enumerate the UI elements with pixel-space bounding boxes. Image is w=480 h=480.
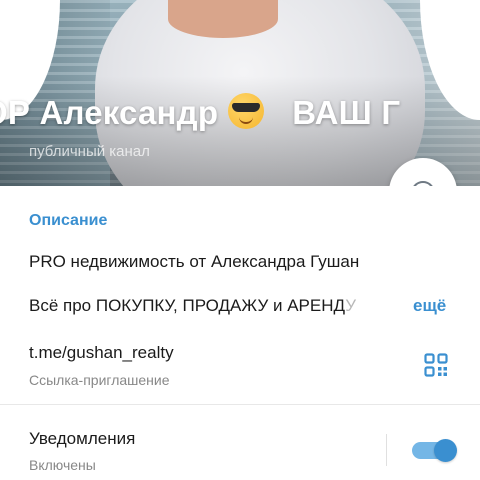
channel-info-panel: Описание PRO недвижимость от Александра … <box>0 186 480 480</box>
channel-title-part2: ВАШ Г <box>292 94 401 131</box>
section-divider <box>0 404 480 405</box>
channel-title: ОР Александр ВАШ Г <box>0 93 480 132</box>
notifications-separator <box>386 434 387 466</box>
qr-code-icon[interactable] <box>424 353 448 377</box>
channel-cover-photo[interactable]: ОР Александр ВАШ Г публичный канал <box>0 0 480 186</box>
description-section-label: Описание <box>29 212 108 229</box>
description-line2-fade: У <box>345 296 356 315</box>
invite-link[interactable]: t.me/gushan_realty <box>29 343 174 363</box>
description-text-line2: Всё про ПОКУПКУ, ПРОДАЖУ и АРЕНДУ <box>29 296 409 316</box>
notifications-toggle[interactable] <box>412 439 457 462</box>
channel-title-part1: ОР Александр <box>0 94 219 131</box>
description-text-line1: PRO недвижимость от Александра Гушан <box>29 252 360 271</box>
description-line2-text: Всё про ПОКУПКУ, ПРОДАЖУ и АРЕНД <box>29 296 346 315</box>
channel-type-label: публичный канал <box>29 143 150 160</box>
sunglasses-emoji-icon <box>228 93 265 129</box>
invite-link-caption: Ссылка-приглашение <box>29 372 170 388</box>
show-more-link[interactable]: ещё <box>413 296 446 316</box>
photo-person-neck <box>168 0 278 38</box>
toggle-knob <box>434 439 457 462</box>
notifications-status: Включены <box>29 457 96 473</box>
notifications-label[interactable]: Уведомления <box>29 429 135 449</box>
